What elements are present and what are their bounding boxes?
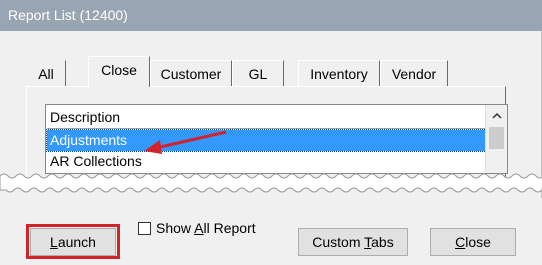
- list-item-label: AR Collections: [50, 153, 142, 169]
- tab-customer[interactable]: Customer: [150, 60, 232, 86]
- tab-inventory-label: Inventory: [310, 66, 368, 82]
- report-list-window: Report List (12400) All Close Customer G…: [0, 0, 542, 265]
- torn-edge-divider: [0, 173, 542, 193]
- tab-close-label: Close: [101, 62, 137, 78]
- window-title-bar: Report List (12400): [0, 0, 542, 31]
- show-all-report-checkbox[interactable]: [138, 222, 151, 235]
- close-label-post: lose: [465, 234, 491, 250]
- tab-all[interactable]: All: [26, 60, 66, 86]
- column-header-label: Description: [50, 109, 121, 125]
- launch-label-post: aunch: [57, 234, 96, 250]
- launch-button[interactable]: Launch: [30, 228, 116, 256]
- vertical-scrollbar[interactable]: [485, 105, 507, 173]
- show-all-label-post: ll Report: [203, 220, 256, 236]
- scroll-up-button[interactable]: [486, 105, 507, 125]
- tab-gl-label: GL: [248, 66, 268, 82]
- close-label-mnemonic: C: [455, 234, 466, 250]
- custom-tabs-label-post: abs: [371, 234, 394, 250]
- tab-inventory[interactable]: Inventory: [298, 60, 380, 86]
- tab-customer-label: Customer: [160, 66, 222, 82]
- tab-all-label: All: [38, 66, 54, 82]
- custom-tabs-label-pre: Custom: [312, 234, 365, 250]
- tab-vendor-label: Vendor: [391, 66, 437, 82]
- scroll-thumb[interactable]: [489, 127, 504, 149]
- list-item-adjustments[interactable]: Adjustments: [46, 129, 487, 152]
- tab-close[interactable]: Close: [88, 56, 150, 87]
- custom-tabs-button[interactable]: Custom Tabs: [298, 228, 408, 256]
- report-listbox[interactable]: Description Adjustments AR Collections: [45, 104, 508, 174]
- launch-label-mnemonic: L: [50, 234, 58, 250]
- tab-vendor[interactable]: Vendor: [380, 60, 448, 86]
- tab-gl[interactable]: GL: [232, 60, 284, 86]
- column-header-description[interactable]: Description: [47, 106, 486, 129]
- show-all-label-pre: Show: [156, 220, 195, 236]
- window-title: Report List (12400): [8, 7, 128, 23]
- list-item-label: Adjustments: [50, 132, 128, 148]
- chevron-up-icon: [491, 112, 502, 119]
- show-all-report-label[interactable]: Show All Report: [156, 219, 256, 237]
- annotation-arrow-icon: [144, 130, 227, 154]
- close-button[interactable]: Close: [430, 228, 516, 256]
